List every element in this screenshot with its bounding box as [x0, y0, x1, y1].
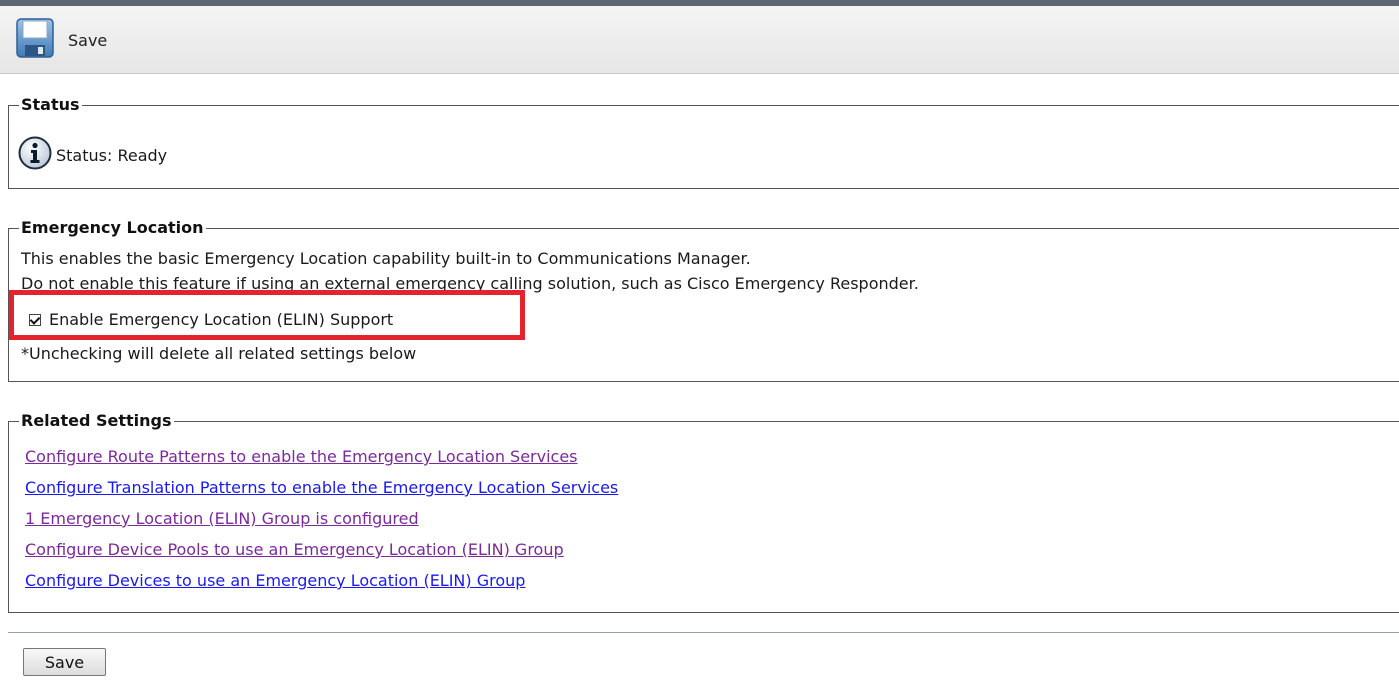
toolbar-save-label: Save [68, 30, 108, 50]
elin-support-checkbox[interactable] [29, 313, 41, 326]
devices-link[interactable]: Configure Devices to use an Emergency Lo… [25, 571, 525, 590]
translation-patterns-link[interactable]: Configure Translation Patterns to enable… [25, 478, 618, 497]
emergency-location-section: Emergency Location This enables the basi… [8, 217, 1399, 382]
status-row: Status: Ready [18, 136, 167, 174]
related-settings-section: Related Settings Configure Route Pattern… [8, 410, 1399, 613]
info-icon [18, 136, 52, 174]
related-settings-legend: Related Settings [19, 410, 174, 432]
footer-divider [8, 632, 1399, 633]
status-section: Status Status: Ready [8, 94, 1399, 189]
list-item: Configure Translation Patterns to enable… [25, 477, 618, 508]
list-item: 1 Emergency Location (ELIN) Group is con… [25, 508, 618, 539]
status-text: Status: Ready [56, 145, 168, 165]
route-patterns-link[interactable]: Configure Route Patterns to enable the E… [25, 447, 578, 466]
floppy-disk-icon [16, 18, 54, 62]
status-legend: Status [19, 94, 82, 116]
elin-group-configured-link[interactable]: 1 Emergency Location (ELIN) Group is con… [25, 509, 419, 528]
toolbar-save-button[interactable]: Save [16, 18, 108, 62]
related-settings-links: Configure Route Patterns to enable the E… [25, 446, 618, 601]
device-pools-link[interactable]: Configure Device Pools to use an Emergen… [25, 540, 564, 559]
emergency-description-line1: This enables the basic Emergency Locatio… [21, 249, 751, 268]
elin-support-row: Enable Emergency Location (ELIN) Support [29, 310, 393, 329]
elin-support-label[interactable]: Enable Emergency Location (ELIN) Support [49, 310, 393, 329]
list-item: Configure Route Patterns to enable the E… [25, 446, 618, 477]
list-item: Configure Device Pools to use an Emergen… [25, 539, 618, 570]
list-item: Configure Devices to use an Emergency Lo… [25, 570, 618, 601]
save-button[interactable]: Save [23, 648, 106, 676]
emergency-location-legend: Emergency Location [19, 217, 206, 239]
emergency-description-line2: Do not enable this feature if using an e… [21, 274, 919, 293]
toolbar: Save [0, 6, 1399, 74]
unchecking-note: *Unchecking will delete all related sett… [21, 344, 417, 363]
